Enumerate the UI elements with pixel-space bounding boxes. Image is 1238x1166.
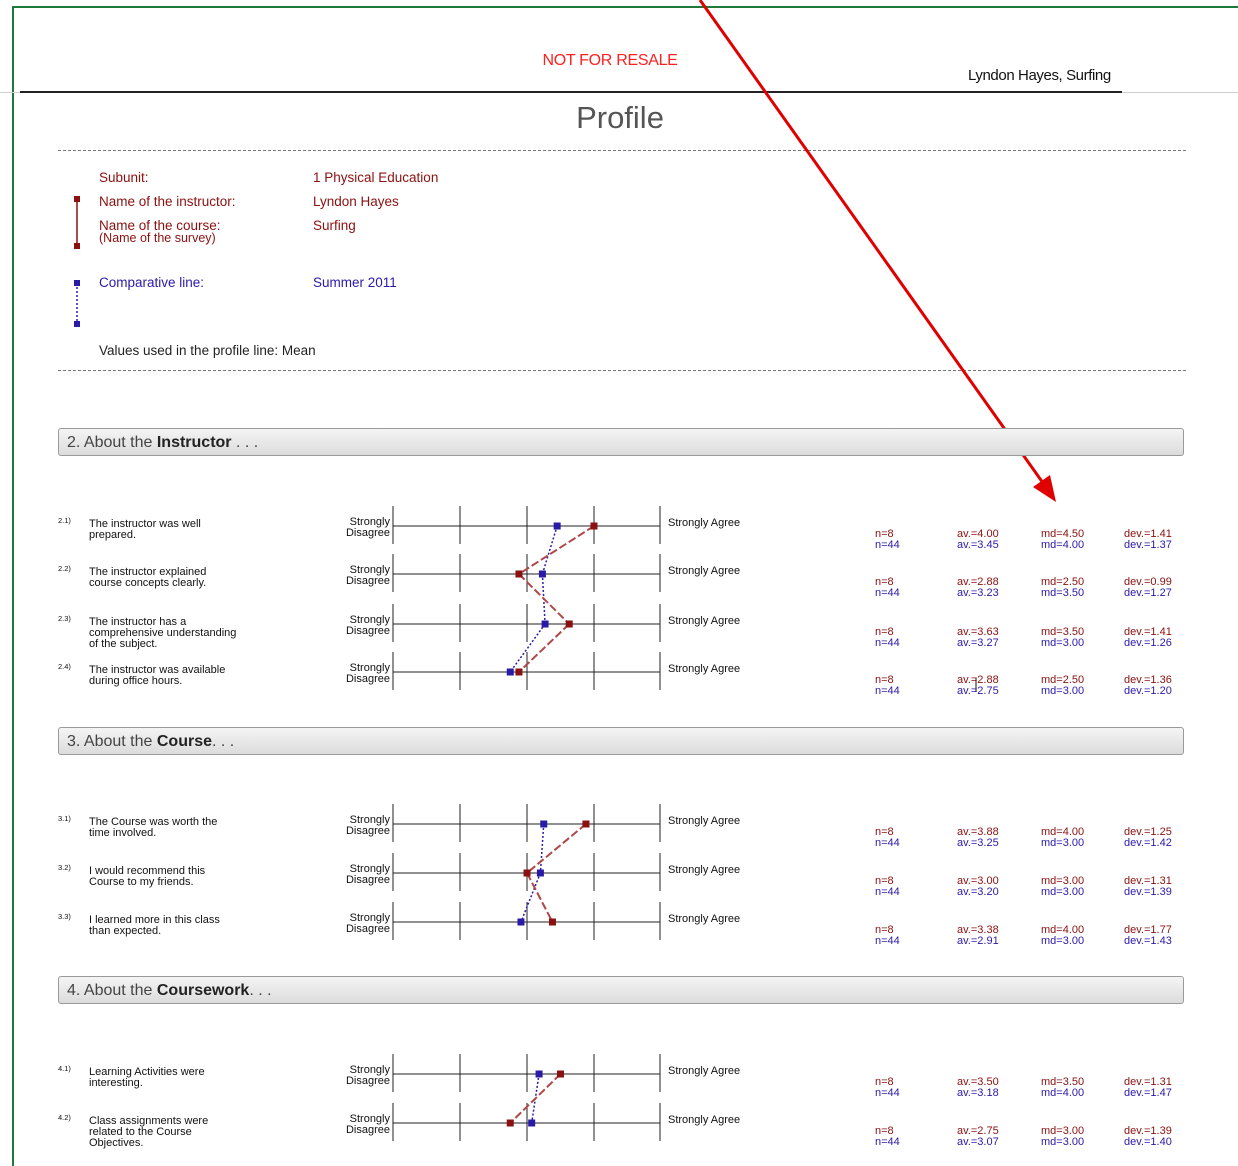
primary-line-segment [518,573,570,625]
primary-marker [515,668,523,676]
comparative-marker [517,918,525,926]
primary-marker [515,570,523,578]
comparative-marker [540,820,548,828]
primary-line-segment [518,525,595,575]
primary-line-segment [526,823,587,874]
comparative-marker [506,668,514,676]
primary-line-segment [518,623,570,673]
primary-marker [506,1119,514,1127]
primary-line-segment [526,872,554,923]
comparative-marker [535,1070,543,1078]
primary-marker [548,918,556,926]
comparative-marker [553,522,561,530]
profile-chart [392,506,661,1141]
comparative-marker [536,869,544,877]
primary-line-segment [509,1073,562,1124]
primary-marker [590,522,598,530]
primary-marker [565,620,573,628]
comparative-marker [541,620,549,628]
primary-marker [582,820,590,828]
comparative-line-segment [539,823,545,874]
primary-marker [557,1070,564,1078]
primary-marker [523,869,531,877]
comparative-marker [528,1119,536,1127]
comparative-marker [538,570,546,578]
comparative-line-segment [520,872,542,923]
